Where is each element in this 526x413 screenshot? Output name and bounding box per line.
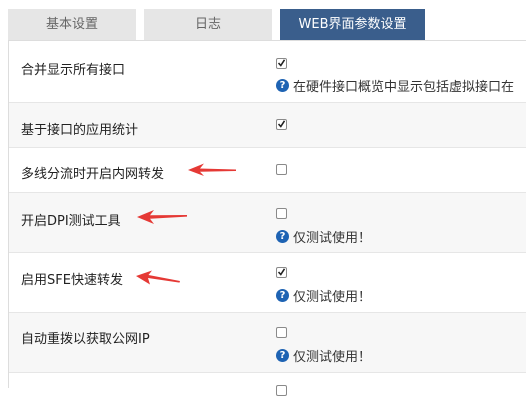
red-arrow-icon — [188, 163, 236, 176]
lan-forward-checkbox[interactable] — [276, 164, 287, 175]
setting-row-merge-interfaces: 合并显示所有接口 ? 在硬件接口概览中显示包括虚拟接口在 — [9, 41, 526, 103]
setting-row-dpi-tool: 开启DPI测试工具 ? 仅测试使用！ — [9, 193, 526, 253]
settings-panel: 合并显示所有接口 ? 在硬件接口概览中显示包括虚拟接口在 基于接口的应用统计 多线… — [8, 40, 526, 396]
help-hint: ? 仅测试使用！ — [276, 286, 371, 305]
redial-checkbox[interactable] — [276, 327, 287, 338]
tab-log[interactable]: 日志 — [144, 9, 272, 40]
sfe-checkbox[interactable] — [276, 267, 287, 278]
tab-web-settings[interactable]: WEB界面参数设置 — [280, 9, 425, 40]
setting-label: 基于接口的应用统计 — [21, 123, 139, 138]
setting-row-sfe: 启用SFE快速转发 ? 仅测试使用！ — [9, 253, 526, 313]
setting-label: 合并显示所有接口 — [21, 63, 126, 78]
dpi-tool-checkbox[interactable] — [276, 208, 287, 219]
help-hint: ? 仅测试使用！ — [276, 227, 371, 246]
help-text: 仅测试使用！ — [293, 350, 372, 365]
setting-label: 启用SFE快速转发 — [21, 273, 123, 288]
checkmark-icon — [278, 120, 285, 128]
question-circle-icon[interactable]: ? — [276, 349, 289, 362]
setting-row-redial: 自动重拨以获取公网IP ? 仅测试使用！ — [9, 313, 526, 373]
setting-row-app-stats: 基于接口的应用统计 — [9, 103, 526, 148]
help-hint: ? 在硬件接口概览中显示包括虚拟接口在 — [276, 76, 514, 95]
question-circle-icon[interactable]: ? — [276, 230, 289, 243]
setting-row-partial — [9, 373, 526, 413]
tab-bar: 基本设置 日志 WEB界面参数设置 — [0, 0, 526, 40]
red-arrow-icon — [137, 210, 187, 224]
question-circle-icon[interactable]: ? — [276, 79, 289, 92]
question-circle-icon[interactable]: ? — [276, 289, 289, 302]
checkmark-icon — [278, 268, 285, 276]
app-stats-checkbox[interactable] — [276, 119, 287, 130]
setting-label: 多线分流时开启内网转发 — [21, 167, 165, 182]
help-text: 仅测试使用！ — [293, 290, 372, 305]
setting-row-lan-forward: 多线分流时开启内网转发 — [9, 148, 526, 193]
partial-checkbox[interactable] — [276, 385, 287, 396]
help-text: 在硬件接口概览中显示包括虚拟接口在 — [293, 80, 515, 95]
checkmark-icon — [278, 59, 285, 67]
merge-interfaces-checkbox[interactable] — [276, 58, 287, 69]
red-arrow-icon — [136, 270, 180, 285]
setting-label: 自动重拨以获取公网IP — [21, 332, 150, 347]
help-hint: ? 仅测试使用！ — [276, 346, 371, 365]
help-text: 仅测试使用！ — [293, 231, 372, 246]
tab-basic-settings[interactable]: 基本设置 — [8, 9, 136, 40]
setting-label: 开启DPI测试工具 — [21, 214, 121, 229]
